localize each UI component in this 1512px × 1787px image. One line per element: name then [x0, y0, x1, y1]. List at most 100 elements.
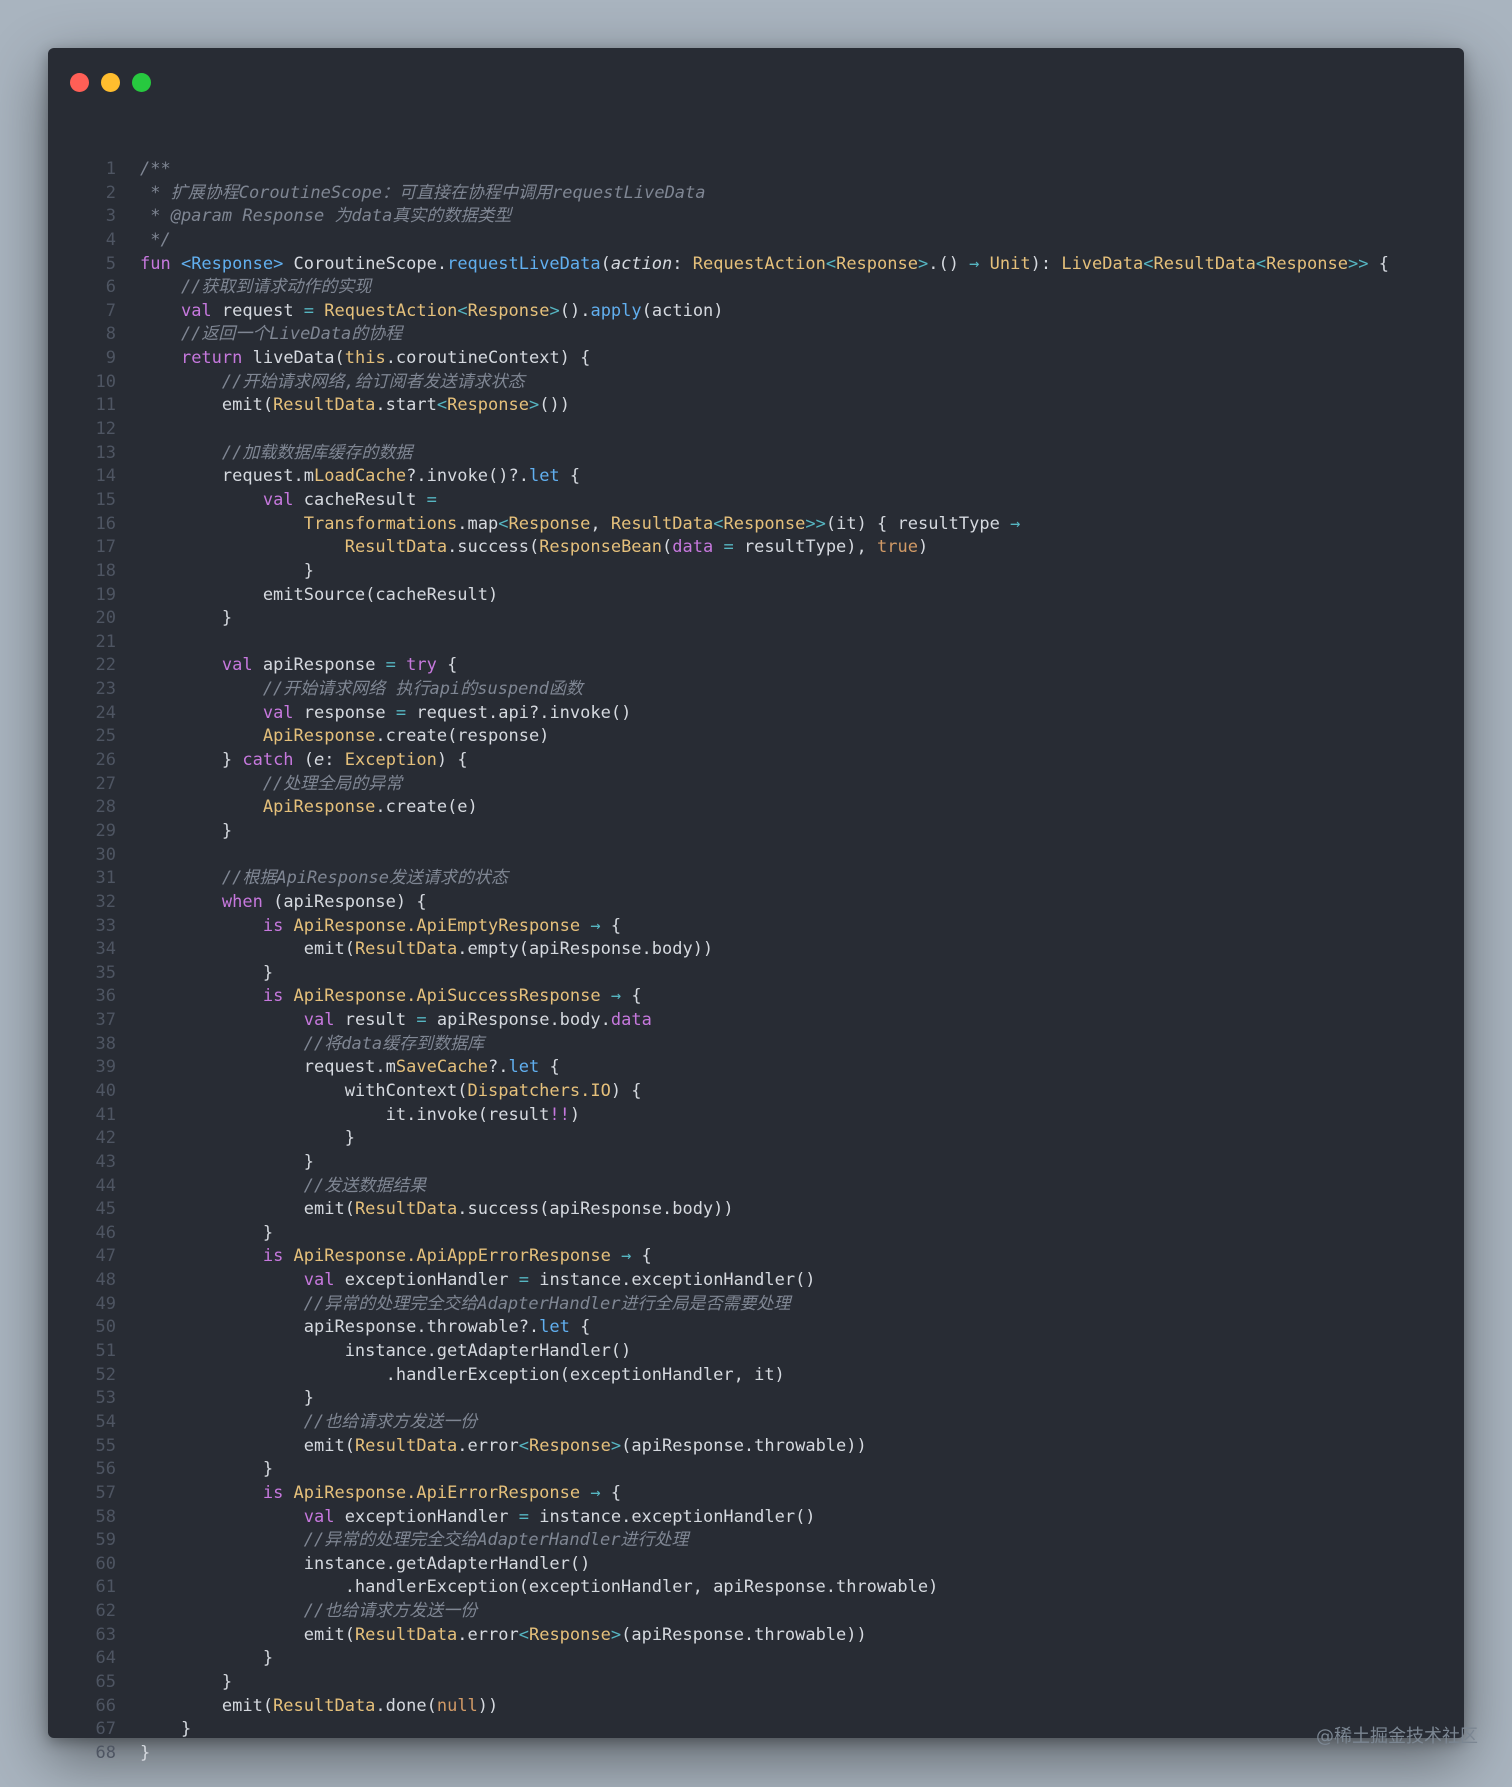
code-token: return: [180, 348, 253, 369]
code-token: .success(apiResponse.body)): [457, 1199, 734, 1220]
line-source: instance.getAdapterHandler(): [140, 1553, 1464, 1577]
line-source: * @param Response 为data真实的数据类型: [140, 205, 1464, 229]
line-number: 33: [95, 915, 116, 936]
code-token: let: [528, 466, 560, 487]
code-token: >>: [805, 513, 826, 534]
code-line: 29 }: [48, 820, 1464, 844]
code-line: 26 } catch (e: Exception) {: [48, 749, 1464, 773]
code-line: 42 }: [48, 1127, 1464, 1151]
code-token: {: [569, 1317, 591, 1338]
code-token: emit(: [140, 1435, 355, 1456]
line-source: }: [140, 1647, 1464, 1671]
line-source: instance.getAdapterHandler(): [140, 1340, 1464, 1364]
code-token: }: [140, 1719, 192, 1740]
line-source: ResultData.success(ResponseBean(data = r…: [140, 536, 1464, 560]
code-line: 38 //将data缓存到数据库: [48, 1033, 1464, 1057]
code-token: instance.getAdapterHandler(): [140, 1553, 591, 1574]
code-token: )): [477, 1695, 499, 1716]
code-line: 55 emit(ResultData.error<Response>(apiRe…: [48, 1435, 1464, 1459]
code-token: =: [518, 1506, 540, 1527]
line-number: 24: [95, 702, 116, 723]
code-token: ()): [539, 395, 570, 416]
line-number: 26: [95, 750, 116, 771]
code-token: Response: [528, 1435, 611, 1456]
code-line: 11 emit(ResultData.start<Response>()): [48, 394, 1464, 418]
line-source: val cacheResult =: [140, 489, 1464, 513]
line-source: }: [140, 820, 1464, 844]
line-source: /**: [140, 158, 1464, 182]
code-token: //获取到请求动作的实现: [140, 277, 372, 298]
code-token: =: [518, 1270, 540, 1291]
code-line: 30: [48, 844, 1464, 868]
minimize-button[interactable]: [101, 73, 120, 92]
line-number: 11: [95, 395, 116, 416]
code-token: →: [610, 986, 632, 1007]
code-line: 27 //处理全局的异常: [48, 773, 1464, 797]
code-token: <: [1143, 253, 1154, 274]
line-number: 57: [95, 1482, 116, 1503]
code-line: 65 }: [48, 1671, 1464, 1695]
code-token: true: [877, 537, 918, 558]
close-button[interactable]: [70, 73, 89, 92]
line-source: ApiResponse.create(response): [140, 725, 1464, 749]
code-token: .(): [928, 253, 970, 274]
code-token: }: [140, 560, 314, 581]
line-source: }: [140, 607, 1464, 631]
line-source: emit(ResultData.start<Response>()): [140, 394, 1464, 418]
line-source: }: [140, 1387, 1464, 1411]
code-window: 1 /** 2 * 扩展协程CoroutineScope：可直接在协程中调用requ…: [48, 48, 1464, 1763]
code-token: (apiResponse.throwable)): [621, 1624, 867, 1645]
code-token: }: [140, 1151, 314, 1172]
watermark: @稀土掘金技术社区: [1316, 1726, 1478, 1747]
code-token: LoadCache: [314, 466, 407, 487]
line-source: it.invoke(result!!): [140, 1104, 1464, 1128]
code-token: >: [610, 1624, 622, 1645]
line-number: 59: [95, 1530, 116, 1551]
code-line: 1 /**: [48, 158, 1464, 182]
code-token: exceptionHandler: [344, 1506, 519, 1527]
line-number: 58: [95, 1506, 116, 1527]
line-number: 42: [95, 1128, 116, 1149]
code-token: RequestAction: [324, 300, 458, 321]
code-token: <: [498, 513, 509, 534]
code-token: .create(response): [375, 726, 550, 747]
line-number: 13: [95, 442, 116, 463]
line-source: ApiResponse.create(e): [140, 796, 1464, 820]
code-line: 19 emitSource(cacheResult): [48, 584, 1464, 608]
code-token: →: [590, 1482, 611, 1503]
code-token: action: [610, 253, 673, 274]
line-source: emit(ResultData.done(null)): [140, 1695, 1464, 1719]
code-token: //异常的处理完全交给AdapterHandler进行全局是否需要处理: [140, 1293, 791, 1314]
code-token: response: [303, 702, 396, 723]
code-line: 47 is ApiResponse.ApiAppErrorResponse → …: [48, 1245, 1464, 1269]
code-line: 39 request.mSaveCache?.let {: [48, 1056, 1464, 1080]
code-token: (it) { resultType: [825, 513, 1011, 534]
line-number: 41: [95, 1104, 116, 1125]
code-token: */: [140, 229, 171, 250]
code-line: 4 */: [48, 229, 1464, 253]
code-token: fun: [140, 253, 181, 274]
line-source: //根据ApiResponse发送请求的状态: [140, 867, 1464, 891]
code-token: //也给请求方发送一份: [140, 1601, 478, 1622]
code-token: =: [395, 702, 417, 723]
window-controls: [70, 73, 151, 92]
line-source: }: [140, 1742, 1464, 1766]
code-token: emit(: [140, 939, 355, 960]
code-token: //返回一个LiveData的协程: [140, 324, 403, 345]
code-line: 64 }: [48, 1647, 1464, 1671]
code-token: Response: [447, 395, 529, 416]
code-line: 8 //返回一个LiveData的协程: [48, 323, 1464, 347]
code-token: (: [662, 537, 673, 558]
code-token: .map: [457, 513, 499, 534]
line-number: 48: [95, 1270, 116, 1291]
maximize-button[interactable]: [132, 73, 151, 92]
line-source: //返回一个LiveData的协程: [140, 323, 1464, 347]
line-source: [140, 844, 1464, 868]
code-token: <: [518, 1624, 529, 1645]
